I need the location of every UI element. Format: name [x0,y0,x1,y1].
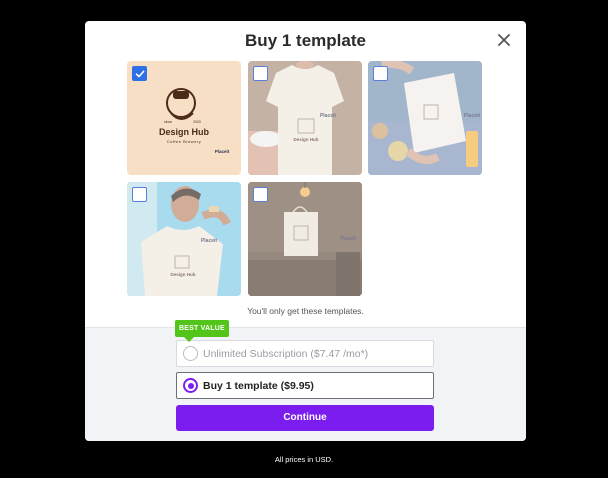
prices-footnote: All prices in USD. [274,455,334,464]
best-value-badge: BEST VALUE [175,320,229,342]
radio-selected-dot [187,382,194,389]
logo-tagline-text: Coffee Brewery [167,139,202,144]
logo-since-text: since [164,120,172,124]
template-checkbox[interactable] [132,187,147,202]
single-template-option[interactable]: Buy 1 template ($9.95) [176,372,434,399]
placeit-watermark: Placeit [215,149,230,154]
template-checkbox[interactable] [253,66,268,81]
checkmark-icon [135,70,144,77]
subscription-option[interactable]: Unlimited Subscription ($7.47 /mo*) [176,340,434,367]
logo-brand-text: Design Hub [159,127,210,137]
template-thumbnail-bag[interactable]: Placeit [368,61,482,175]
subscription-label: Unlimited Subscription ($7.47 /mo*) [203,348,369,360]
template-thumbnail-man[interactable]: Placeit Design Hub [127,182,241,296]
logo-year-text: 2020 [193,120,201,124]
template-checkbox-checked[interactable] [132,66,147,81]
template-checkbox[interactable] [253,187,268,202]
purchase-options-panel: Unlimited Subscription ($7.47 /mo*) BEST… [85,320,526,441]
single-template-radio[interactable] [183,378,198,393]
close-button[interactable] [496,32,512,48]
close-icon [498,34,510,46]
modal-title: Buy 1 template [245,31,366,50]
continue-button[interactable]: Continue [176,405,434,431]
template-checkbox[interactable] [373,66,388,81]
template-thumbnail-tshirt[interactable]: Placeit Design Hub [248,61,362,175]
single-template-label: Buy 1 template ($9.95) [203,380,314,392]
template-thumbnail-tote[interactable]: Placeit [248,182,362,296]
template-thumbnail-logo[interactable]: since 2020 Design Hub Coffee Brewery Pla… [127,61,241,175]
purchase-modal: Buy 1 template since 2020 Design Hub Cof… [85,21,526,441]
selection-note: You'll only get these templates. [247,306,364,316]
subscription-radio[interactable] [183,346,198,361]
